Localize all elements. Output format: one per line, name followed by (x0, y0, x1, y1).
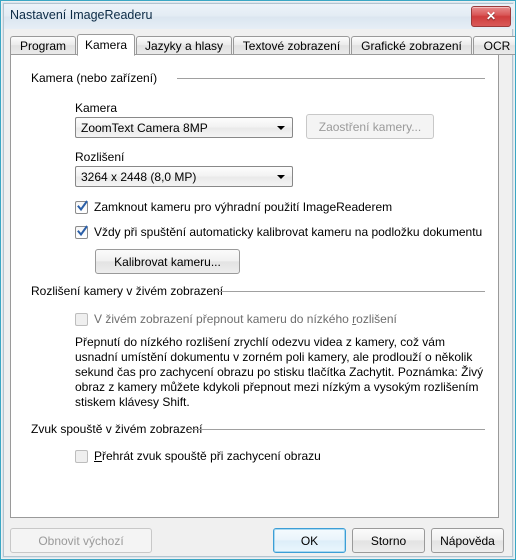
chevron-down-icon (277, 126, 285, 130)
auto-calibrate-checkbox[interactable] (75, 225, 88, 239)
checkmark-icon (77, 200, 88, 213)
tab-ocr[interactable]: OCR (473, 36, 515, 55)
play-shutter-sound-label: Přehrát zvuk spouště při zachycení obraz… (94, 449, 321, 463)
group-title-camera: Kamera (nebo zařízení) (31, 71, 158, 85)
tab-content-panel: Kamera (nebo zařízení) Kamera ZoomText C… (10, 54, 499, 518)
play-shutter-sound-checkbox[interactable] (75, 450, 88, 463)
tab-textove-zobrazeni[interactable]: Textové zobrazení (233, 36, 350, 55)
settings-dialog-window: Nastavení ImageReaderu ✕ Program Kamera … (0, 0, 516, 560)
low-resolution-label-suffix: ozlišení (356, 312, 397, 326)
camera-select-value: ZoomText Camera 8MP (81, 121, 208, 135)
tab-program[interactable]: Program (10, 36, 76, 55)
window-title: Nastavení ImageReaderu (10, 8, 153, 22)
group-header-camera: Kamera (nebo zařízení) (31, 71, 157, 85)
camera-focus-button[interactable]: Zaostření kamery... (306, 114, 434, 139)
low-resolution-label-prefix: V živém zobrazení přepnout kameru do níz… (94, 312, 353, 326)
checkmark-icon (77, 225, 88, 238)
auto-calibrate-label: Vždy při spuštění automaticky kalibrovat… (94, 225, 483, 239)
resolution-select-value: 3264 x 2448 (8,0 MP) (81, 170, 197, 184)
label-camera: Kamera (75, 101, 118, 115)
ok-button[interactable]: OK (273, 528, 346, 553)
help-button[interactable]: Nápověda (431, 528, 504, 553)
lock-camera-checkbox[interactable] (75, 200, 88, 214)
low-resolution-checkbox[interactable] (75, 313, 88, 326)
tab-graficke-zobrazeni[interactable]: Grafické zobrazení (351, 36, 472, 55)
chevron-down-icon (277, 175, 285, 179)
dialog-button-bar: Obnovit výchozí OK Storno Nápověda (4, 522, 514, 558)
resolution-select[interactable]: 3264 x 2448 (8,0 MP) (75, 166, 293, 187)
tab-strip: Program Kamera Jazyky a hlasy Textové zo… (10, 34, 515, 56)
low-resolution-description: Přepnutí do nízkého rozlišení zrychlí od… (75, 335, 484, 409)
play-shutter-sound-accelerator: P (94, 449, 103, 463)
close-button[interactable]: ✕ (471, 6, 511, 27)
close-icon: ✕ (485, 9, 497, 23)
tab-kamera[interactable]: Kamera (77, 34, 135, 56)
camera-select[interactable]: ZoomText Camera 8MP (75, 117, 293, 138)
group-header-shutter-sound: Zvuk spouště v živém zobrazení (31, 422, 202, 436)
lock-camera-label: Zamknout kameru pro výhradní použití Ima… (94, 200, 393, 214)
group-separator-shutter-sound (189, 429, 485, 430)
label-resolution: Rozlišení (75, 150, 125, 164)
low-resolution-label: V živém zobrazení přepnout kameru do níz… (94, 312, 397, 326)
calibrate-camera-button[interactable]: Kalibrovat kameru... (95, 249, 240, 274)
group-title-live-resolution: Rozlišení kamery v živém zobrazení (31, 284, 224, 298)
tab-jazyky-a-hlasy[interactable]: Jazyky a hlasy (136, 36, 232, 55)
group-title-shutter-sound: Zvuk spouště v živém zobrazení (31, 422, 203, 436)
group-separator-camera (177, 78, 485, 79)
cancel-button[interactable]: Storno (352, 528, 425, 553)
title-bar: Nastavení ImageReaderu ✕ (4, 4, 514, 29)
group-header-live-resolution: Rozlišení kamery v živém zobrazení (31, 284, 223, 298)
play-shutter-sound-label-suffix: řehrát zvuk spouště při zachycení obrazu (102, 449, 321, 463)
restore-defaults-button[interactable]: Obnovit výchozí (10, 528, 152, 553)
group-separator-live-resolution (217, 291, 485, 292)
